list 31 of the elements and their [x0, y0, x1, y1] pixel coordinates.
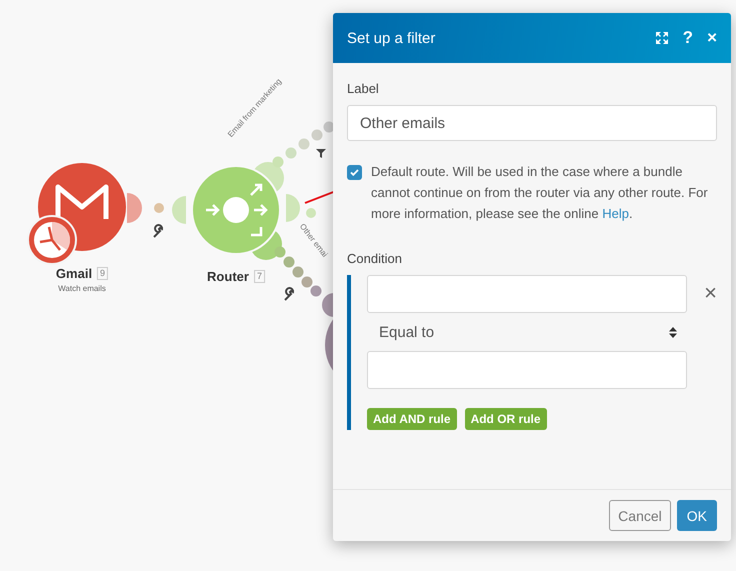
field-label: Condition — [347, 251, 403, 266]
operator-select[interactable]: Equal to — [367, 313, 687, 351]
sort-caret-icon — [669, 326, 677, 338]
module-id: 7 — [254, 270, 265, 283]
add-rule-button[interactable]: Add OR rule — [464, 408, 547, 430]
module-name: Gmail — [56, 266, 92, 281]
module-id: 9 — [97, 267, 108, 280]
remove-button[interactable]: × — [704, 283, 717, 303]
field-label: Label — [347, 81, 380, 96]
module-name: Router — [207, 269, 249, 284]
help-button[interactable]: ? — [682, 28, 694, 48]
filter-icon[interactable] — [316, 149, 326, 158]
operand-field[interactable] — [367, 351, 687, 389]
wrench-icon[interactable] — [153, 224, 163, 238]
default-route-text: Default route. Will be used in the case where a bundle cannot continue on from the router via any other route. For more information, please see the online Help. — [371, 163, 709, 223]
module-subtitle: Watch emails — [58, 284, 106, 293]
close-button[interactable]: × — [707, 28, 717, 48]
add-rule-button[interactable]: Add AND rule — [367, 408, 457, 430]
route-drawing — [272, 122, 334, 168]
connection-dot — [306, 208, 316, 218]
dialog-title: Set up a filter — [347, 30, 436, 46]
help-link[interactable]: Help — [602, 206, 629, 221]
ok-button[interactable]: OK — [676, 500, 717, 531]
checkmark-icon — [350, 169, 359, 176]
expand-icon[interactable] — [654, 31, 669, 45]
default-route-checkbox[interactable] — [347, 165, 362, 180]
operand-field[interactable] — [367, 275, 687, 313]
wrench-icon[interactable] — [284, 287, 294, 301]
cancel-button[interactable]: Cancel — [609, 500, 671, 531]
label-field[interactable]: Other emails — [347, 105, 717, 141]
connection-dot — [154, 203, 164, 213]
